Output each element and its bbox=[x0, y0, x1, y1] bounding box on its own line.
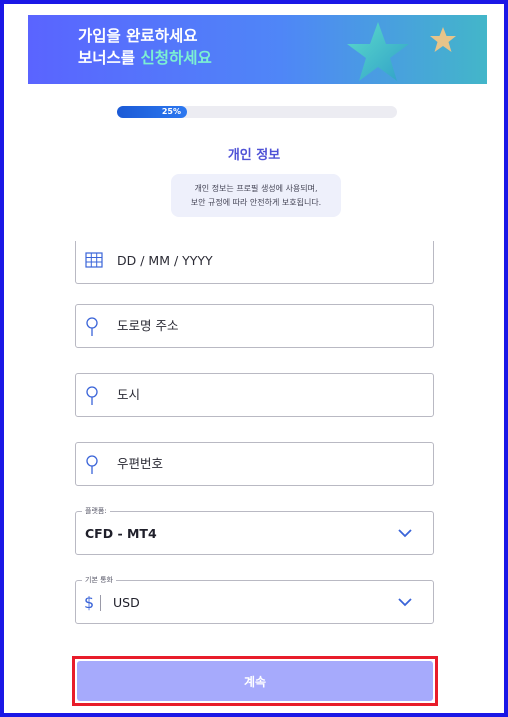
small-star-icon bbox=[430, 27, 456, 52]
birthdate-field[interactable]: DD / MM / YYYY bbox=[75, 241, 434, 284]
postal-code-field[interactable]: 우편번호 bbox=[75, 442, 434, 486]
calendar-icon bbox=[85, 252, 103, 268]
progress-fill: 25% bbox=[117, 106, 187, 118]
currency-value: USD bbox=[113, 595, 140, 610]
dollar-icon: $ bbox=[84, 593, 95, 612]
star-icon bbox=[347, 22, 409, 81]
city-field[interactable]: 도시 bbox=[75, 373, 434, 417]
chevron-down-icon[interactable] bbox=[397, 527, 413, 539]
page-title: 개인 정보 bbox=[227, 148, 281, 163]
street-address-placeholder: 도로명 주소 bbox=[117, 318, 179, 333]
bonus-banner: 가입을 완료하세요 보너스를 신청하세요 bbox=[28, 15, 487, 84]
location-pin-icon bbox=[86, 455, 98, 474]
banner-subtitle-accent: 신청하세요 bbox=[140, 49, 212, 67]
birthdate-placeholder: DD / MM / YYYY bbox=[117, 253, 213, 268]
page-frame: 가입을 완료하세요 보너스를 신청하세요 25% 개인 정보 개인 정보는 프로… bbox=[0, 0, 508, 717]
location-pin-icon bbox=[86, 317, 98, 336]
info-line-1: 개인 정보는 프로필 생성에 사용되며, bbox=[194, 184, 318, 193]
continue-button[interactable]: 계속 bbox=[77, 661, 433, 701]
street-address-field[interactable]: 도로명 주소 bbox=[75, 304, 434, 348]
city-placeholder: 도시 bbox=[117, 387, 141, 402]
chevron-down-icon[interactable] bbox=[397, 596, 413, 608]
info-line-2: 보안 규정에 따라 안전하게 보호됩니다. bbox=[190, 198, 322, 207]
banner-subtitle-prefix: 보너스를 bbox=[78, 49, 141, 67]
platform-select[interactable]: 플랫폼: CFD - MT4 bbox=[75, 506, 434, 555]
banner-title: 가입을 완료하세요 bbox=[78, 27, 198, 45]
postal-code-placeholder: 우편번호 bbox=[117, 456, 164, 471]
divider bbox=[100, 595, 101, 611]
currency-select[interactable]: 기본 통화 $ USD bbox=[75, 575, 434, 624]
location-pin-icon bbox=[86, 386, 98, 405]
banner-subtitle: 보너스를 신청하세요 bbox=[78, 48, 212, 68]
info-message: 개인 정보는 프로필 생성에 사용되며, 보안 규정에 따라 안전하게 보호됩니… bbox=[171, 174, 341, 217]
platform-value: CFD - MT4 bbox=[85, 526, 157, 541]
progress-bar: 25% bbox=[117, 106, 397, 118]
